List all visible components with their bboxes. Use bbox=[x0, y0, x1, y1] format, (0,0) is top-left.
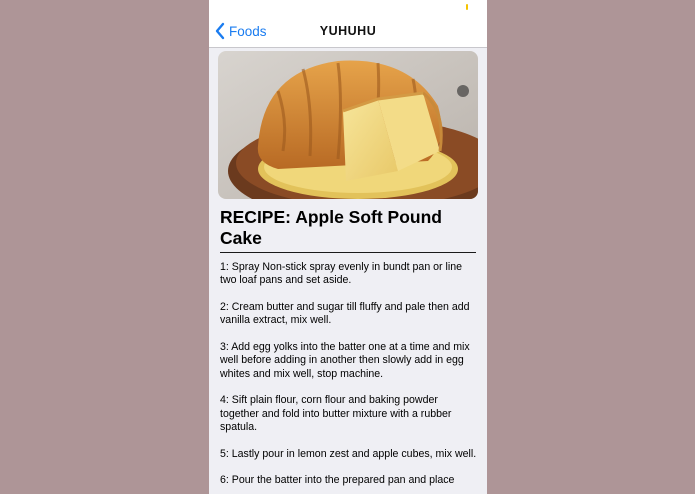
recipe-step: 2: Cream butter and sugar till fluffy an… bbox=[220, 301, 470, 327]
page-title: YUHUHU bbox=[319, 24, 377, 38]
phone-screen: Foods YUHUHU RECIPE: Apple Soft Pound Ca… bbox=[209, 0, 487, 494]
title-divider bbox=[220, 252, 476, 253]
recipe-step: 4: Sift plain flour, corn flour and baki… bbox=[220, 394, 452, 434]
recipe-step: 5: Lastly pour in lemon zest and apple c… bbox=[220, 447, 477, 460]
navigation-bar: Foods YUHUHU bbox=[209, 16, 487, 48]
recipe-title: RECIPE: Apple Soft Pound Cake bbox=[220, 207, 442, 248]
battery-icon bbox=[466, 4, 468, 10]
recipe-step: 1: Spray Non-stick spray evenly in bundt… bbox=[220, 261, 463, 287]
status-bar bbox=[209, 0, 487, 16]
cake-illustration bbox=[218, 51, 478, 199]
recipe-step: 6: Pour the batter into the prepared pan… bbox=[220, 474, 455, 487]
recipe-steps: 1: Spray Non-stick spray evenly in bundt… bbox=[220, 261, 478, 494]
recipe-image bbox=[218, 51, 478, 199]
recipe-step: 3: Add egg yolks into the batter one at … bbox=[220, 341, 470, 380]
